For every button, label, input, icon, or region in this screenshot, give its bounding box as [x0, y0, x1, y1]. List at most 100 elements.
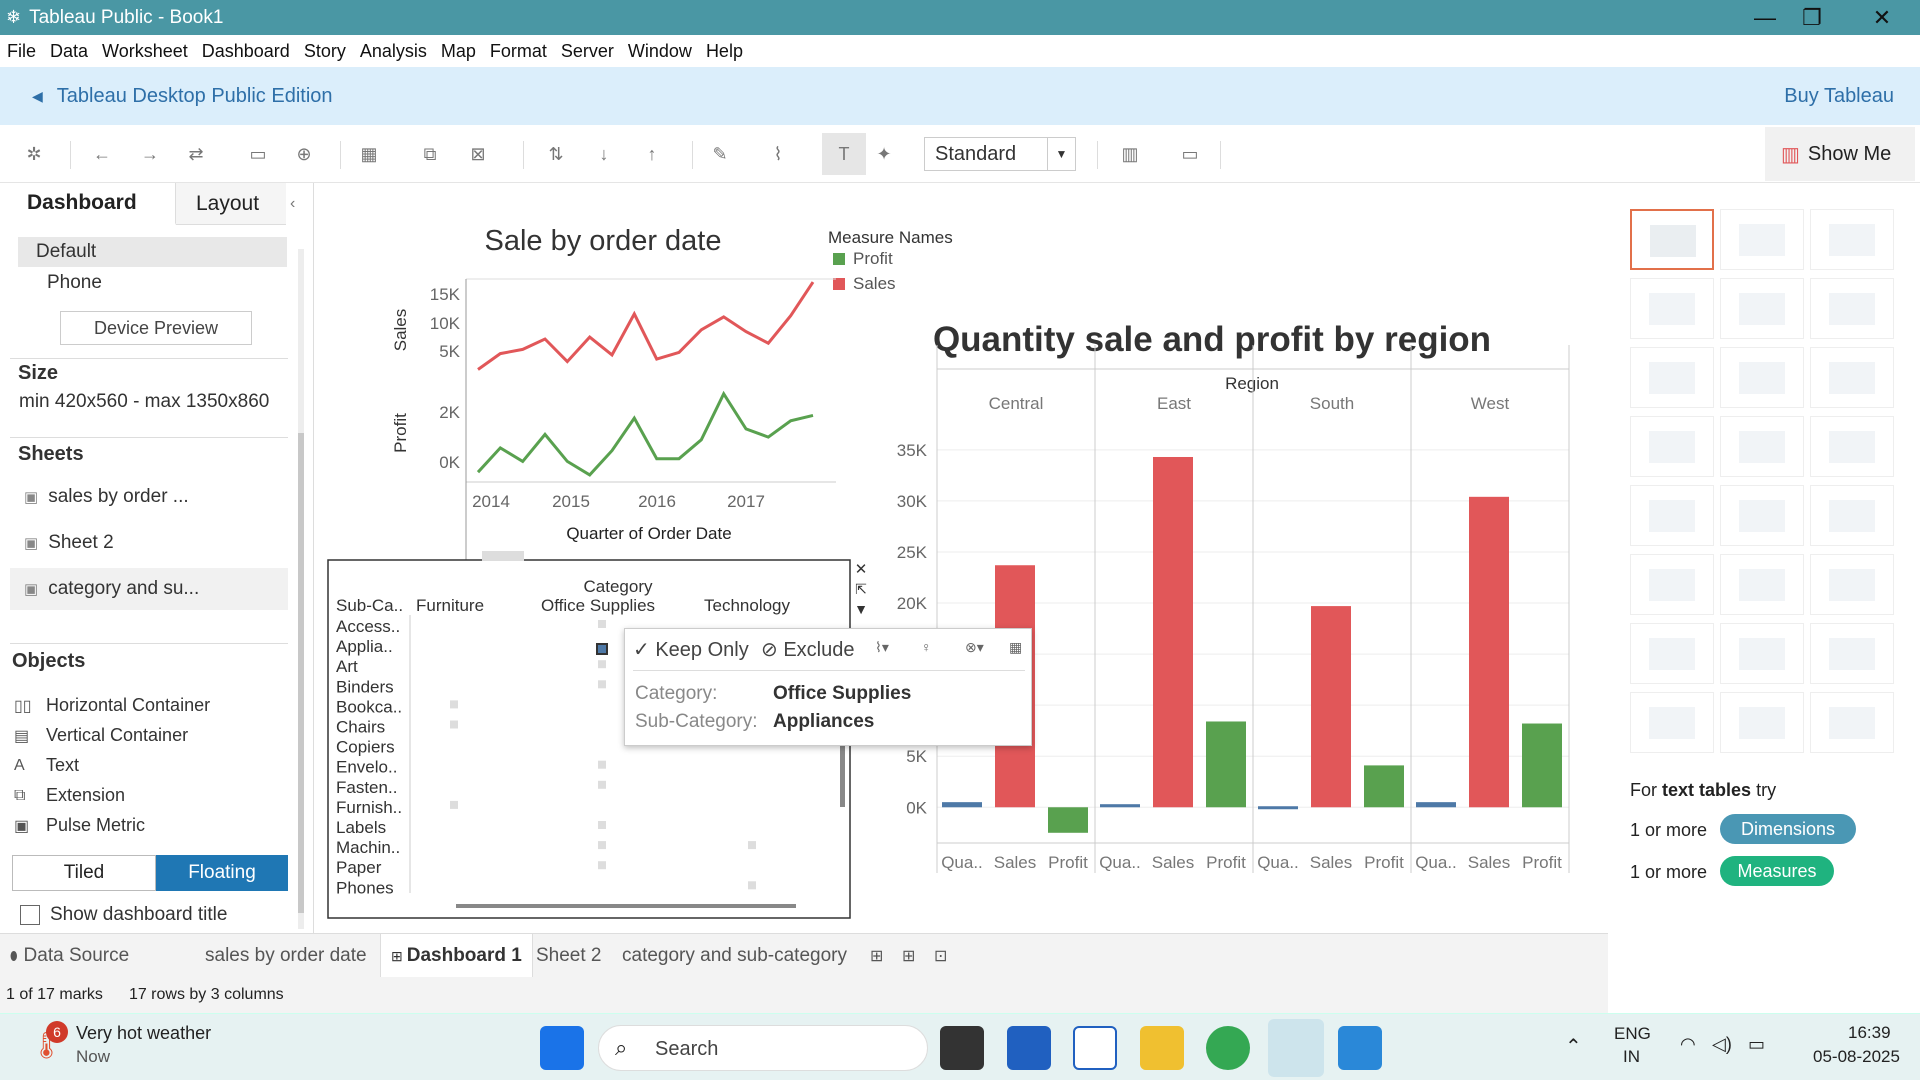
- tab-category-and-sub-category[interactable]: category and sub-category: [622, 934, 847, 978]
- table-mark[interactable]: [598, 680, 606, 689]
- table-mark[interactable]: [598, 660, 606, 669]
- table-row-label[interactable]: Machin..: [336, 838, 400, 857]
- bar-south-0[interactable]: [1258, 806, 1298, 810]
- new-story-icon[interactable]: ⊡: [934, 934, 947, 978]
- bar-east-2[interactable]: [1206, 721, 1246, 808]
- tableau-taskbar-icon[interactable]: [1268, 1019, 1324, 1077]
- tab-sheet-2[interactable]: Sheet 2: [536, 934, 602, 978]
- object-text[interactable]: A Text: [14, 755, 79, 776]
- remove-icon[interactable]: ✕: [855, 561, 868, 578]
- photos-icon[interactable]: [1338, 1026, 1382, 1070]
- menu-file[interactable]: File: [7, 41, 36, 62]
- table-row-label[interactable]: Copiers: [336, 738, 395, 757]
- dual-combination-icon[interactable]: [1810, 554, 1894, 615]
- file-explorer-icon[interactable]: [1140, 1026, 1184, 1070]
- sheet-item-category[interactable]: ▣ category and su...: [24, 578, 199, 600]
- table-row-label[interactable]: Chairs: [336, 718, 385, 737]
- bar-east-1[interactable]: [1153, 456, 1193, 808]
- undo-icon[interactable]: ←: [86, 138, 118, 170]
- object-vertical-container[interactable]: ▤ Vertical Container: [14, 725, 188, 746]
- bar-west-0[interactable]: [1416, 802, 1456, 808]
- start-icon[interactable]: [540, 1026, 584, 1070]
- line-discrete-icon[interactable]: [1720, 485, 1804, 546]
- filter-icon[interactable]: ▼: [854, 601, 868, 617]
- table-mark[interactable]: [748, 841, 756, 850]
- collapse-pane-icon[interactable]: ‹: [290, 183, 314, 225]
- filled-map-icon[interactable]: [1720, 278, 1804, 339]
- legend-item-sales[interactable]: Sales: [853, 274, 896, 293]
- symbol-map-icon[interactable]: [1630, 278, 1714, 339]
- menu-analysis[interactable]: Analysis: [360, 41, 427, 62]
- table-mark[interactable]: [598, 620, 606, 628]
- menu-map[interactable]: Map: [441, 41, 476, 62]
- circle-view-icon[interactable]: [1720, 416, 1804, 477]
- packed-bubbles-icon[interactable]: [1810, 692, 1894, 753]
- table-row-label[interactable]: Furnish..: [336, 798, 402, 817]
- tab-dashboard-1[interactable]: ⊞ Dashboard 1: [380, 934, 533, 978]
- task-view-icon[interactable]: [940, 1026, 984, 1070]
- area-discrete-icon[interactable]: [1720, 554, 1804, 615]
- menu-worksheet[interactable]: Worksheet: [102, 41, 188, 62]
- store-icon[interactable]: [1007, 1026, 1051, 1070]
- object-pulse-metric[interactable]: ▣ Pulse Metric: [14, 815, 145, 836]
- search-box[interactable]: ⌕ Search: [598, 1025, 928, 1071]
- chevron-up-icon[interactable]: ⌃: [1565, 1034, 1582, 1059]
- bar-south-1[interactable]: [1311, 606, 1351, 808]
- new-worksheet-icon[interactable]: ⊞: [870, 934, 883, 978]
- table-mark[interactable]: [748, 881, 756, 890]
- table-row-label[interactable]: Binders: [336, 677, 394, 696]
- exclude-button[interactable]: ⊘ Exclude: [761, 637, 854, 662]
- profit-line[interactable]: [476, 390, 814, 477]
- set-icon[interactable]: ⊗▾: [965, 639, 984, 656]
- table-row-label[interactable]: Bookca..: [336, 697, 402, 716]
- lightbulb-icon[interactable]: ♀: [921, 639, 932, 655]
- bullet-graph-icon[interactable]: [1720, 692, 1804, 753]
- horizontal-bar-icon[interactable]: [1630, 347, 1714, 408]
- histogram-icon[interactable]: [1720, 623, 1804, 684]
- table-mark[interactable]: [598, 841, 606, 850]
- table-hscroll[interactable]: [456, 904, 796, 908]
- clear-sheet-icon[interactable]: ⊠: [462, 138, 494, 170]
- text-table-icon[interactable]: [1630, 209, 1714, 270]
- legend-item-profit[interactable]: Profit: [853, 249, 893, 268]
- treemap-icon[interactable]: [1630, 416, 1714, 477]
- bar-central-2[interactable]: [1048, 807, 1088, 833]
- table-mark[interactable]: [598, 821, 606, 829]
- bar-west-1[interactable]: [1469, 496, 1509, 808]
- table-row-label[interactable]: Art: [336, 657, 358, 676]
- pie-chart-icon[interactable]: [1810, 278, 1894, 339]
- table-mark[interactable]: [450, 800, 458, 809]
- table-row-label[interactable]: Paper: [336, 858, 382, 877]
- new-dashboard-icon[interactable]: ⊞: [902, 934, 915, 978]
- table-row-label[interactable]: Applia..: [336, 637, 393, 656]
- sort-ascending-icon[interactable]: ↓: [588, 138, 620, 170]
- sort-descending-icon[interactable]: ↑: [636, 138, 668, 170]
- replay-icon[interactable]: ⇄: [180, 138, 212, 170]
- new-worksheet-icon[interactable]: ▦: [353, 138, 385, 170]
- side-by-side-bar-icon[interactable]: [1810, 347, 1894, 408]
- tab-dashboard[interactable]: Dashboard: [0, 183, 176, 225]
- lang-eng[interactable]: ENG: [1614, 1024, 1651, 1044]
- bar-south-2[interactable]: [1364, 765, 1404, 808]
- area-continuous-icon[interactable]: [1630, 554, 1714, 615]
- scatter-plot-icon[interactable]: [1630, 623, 1714, 684]
- menu-format[interactable]: Format: [490, 41, 547, 62]
- highlight-icon[interactable]: ✎: [704, 138, 736, 170]
- floating-button[interactable]: Floating: [156, 855, 288, 891]
- tab-layout[interactable]: Layout: [176, 183, 286, 225]
- device-phone[interactable]: Phone: [47, 272, 102, 294]
- battery-icon[interactable]: ▭: [1748, 1034, 1765, 1055]
- redo-icon[interactable]: →: [134, 138, 166, 170]
- chrome-icon[interactable]: [1206, 1026, 1250, 1070]
- object-horizontal-container[interactable]: ▯▯ Horizontal Container: [14, 695, 210, 716]
- stacked-bar-icon[interactable]: [1720, 347, 1804, 408]
- group-members-icon[interactable]: ⌇▾: [875, 639, 889, 656]
- table-mark[interactable]: [598, 861, 606, 870]
- table-row-label[interactable]: Access..: [336, 617, 400, 636]
- drag-handle[interactable]: [482, 551, 524, 561]
- sales-line[interactable]: [477, 281, 815, 371]
- table-row-label[interactable]: Fasten..: [336, 778, 397, 797]
- gantt-icon[interactable]: [1630, 692, 1714, 753]
- lang-in[interactable]: IN: [1623, 1047, 1640, 1067]
- table-mark[interactable]: [598, 780, 606, 789]
